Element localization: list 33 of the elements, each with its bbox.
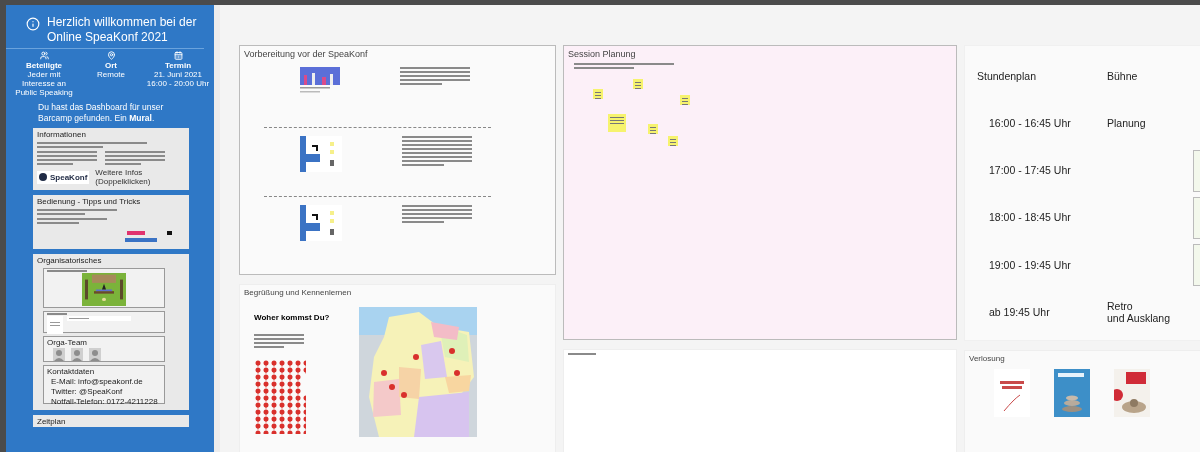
session-name: Planung bbox=[1107, 115, 1146, 131]
frame-title: Begrüßung und Kennenlernen bbox=[244, 288, 353, 297]
frame-title: Vorbereitung vor der SpeaKonf bbox=[244, 49, 369, 59]
time-slot: 18:00 - 18:45 Uhr bbox=[989, 195, 1071, 240]
schedule-heading: Stundenplan bbox=[977, 68, 1036, 84]
intro-text: Du hast das Dashboard für unser Barcamp gefunden. Ein Mural. bbox=[37, 101, 165, 125]
fact-value: Remote bbox=[97, 70, 125, 79]
card-title: Informationen bbox=[37, 130, 87, 139]
link-text[interactable]: Weitere Infos (Doppelklicken) bbox=[95, 168, 185, 186]
time-slot: 16:00 - 16:45 Uhr bbox=[989, 100, 1071, 146]
time-slot: ab 19:45 Uhr bbox=[989, 289, 1050, 335]
card-title: Zeitplan bbox=[37, 417, 67, 426]
card-title: Organisatorisches bbox=[37, 256, 103, 265]
question-text: Woher kommst Du? bbox=[254, 313, 330, 322]
frame-title: Verlosung bbox=[969, 354, 1006, 363]
fact-value: 21. Juni 2021 16:00 - 20:00 Uhr bbox=[146, 70, 210, 88]
card-title: Orga-Team bbox=[47, 338, 88, 347]
contact-line: E-Mail: info@speakonf.de bbox=[50, 377, 144, 386]
stage-heading: Bühne bbox=[1107, 68, 1138, 84]
contact-line: Twitter: @SpeaKonf bbox=[50, 387, 124, 396]
card-title: Bedienung - Tipps und Tricks bbox=[37, 197, 142, 206]
time-slot: 19:00 - 19:45 Uhr bbox=[989, 242, 1071, 288]
fact-value: Jeder mit Interesse an Public Speaking bbox=[14, 70, 74, 97]
card-title: Kontaktdaten bbox=[47, 367, 96, 376]
fact-label: Beteiligte bbox=[26, 61, 62, 70]
board-title: Herzlich willkommen bei der Online SpeaKonf 2021 bbox=[47, 15, 198, 45]
contact-line: Notfall-Telefon: 0172-4211228 bbox=[50, 397, 159, 406]
session-name: Retro und Ausklang bbox=[1107, 299, 1171, 327]
frame-title: Session Planung bbox=[568, 49, 637, 59]
fact-label: Termin bbox=[164, 61, 192, 70]
logo: SpeaKonf bbox=[37, 170, 90, 184]
fact-label: Ort bbox=[105, 61, 117, 70]
time-slot: 17:00 - 17:45 Uhr bbox=[989, 147, 1071, 193]
